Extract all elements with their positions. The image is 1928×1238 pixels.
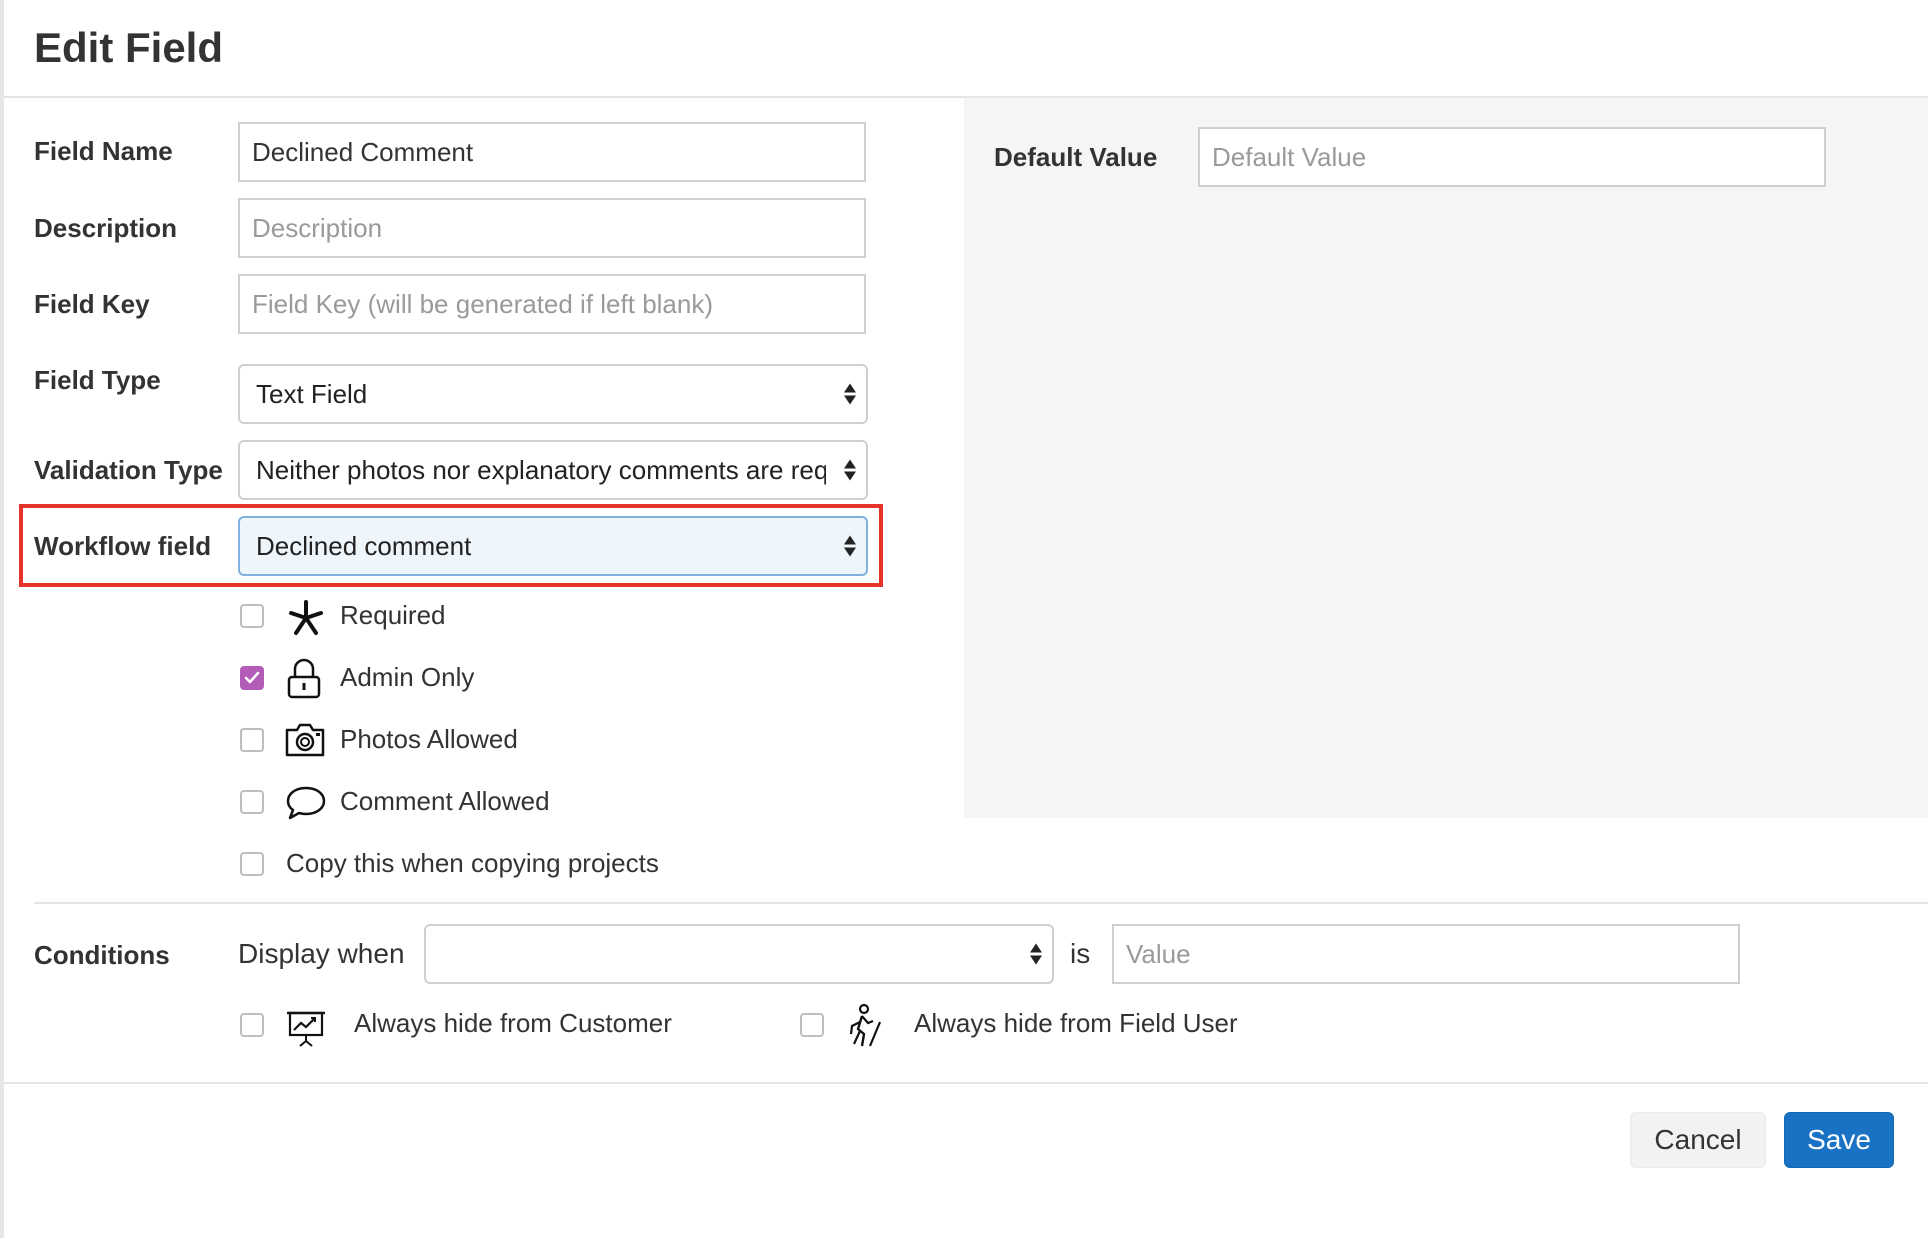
hide-customer-checkbox[interactable] [240, 1013, 264, 1037]
default-value-panel [964, 98, 1928, 818]
description-label: Description [34, 213, 178, 243]
workflow-field-label: Workflow field [34, 531, 212, 561]
photos-allowed-label: Photos Allowed [340, 724, 518, 754]
required-checkbox[interactable] [240, 604, 264, 628]
description-input[interactable] [238, 198, 866, 258]
select-arrows-icon [1030, 943, 1042, 965]
workflow-field-value: Declined comment [256, 530, 472, 561]
copy-when-copying-label: Copy this when copying projects [286, 848, 659, 878]
comment-allowed-checkbox[interactable] [240, 790, 264, 814]
is-label: is [1070, 938, 1091, 969]
field-name-input[interactable] [238, 122, 866, 182]
dialog-title: Edit Field [34, 24, 223, 71]
select-arrows-icon [844, 535, 856, 557]
condition-value-input[interactable] [1112, 924, 1740, 984]
select-arrows-icon [844, 459, 856, 481]
comment-allowed-label: Comment Allowed [340, 786, 550, 816]
field-name-label: Field Name [34, 136, 173, 166]
validation-type-select[interactable]: Neither photos nor explanatory comments … [238, 440, 868, 500]
display-when-select[interactable] [424, 924, 1054, 984]
hiker-icon [846, 1004, 886, 1048]
admin-only-label: Admin Only [340, 662, 475, 692]
display-when-label: Display when [238, 938, 405, 969]
conditions-label: Conditions [34, 940, 170, 970]
checkmark-icon [244, 671, 260, 684]
presentation-chart-icon [285, 1005, 327, 1047]
asterisk-icon [286, 598, 326, 638]
admin-only-checkbox[interactable] [240, 666, 264, 690]
validation-type-label: Validation Type [34, 455, 223, 485]
cancel-button[interactable]: Cancel [1630, 1112, 1766, 1168]
conditions-divider [34, 902, 1928, 904]
select-arrows-icon [844, 383, 856, 405]
validation-type-value: Neither photos nor explanatory comments … [256, 454, 826, 485]
field-key-input[interactable] [238, 274, 866, 334]
camera-icon [284, 720, 326, 758]
field-type-select[interactable]: Text Field [238, 364, 868, 424]
hide-field-user-label: Always hide from Field User [914, 1008, 1238, 1038]
lock-icon [286, 658, 322, 700]
workflow-field-select[interactable]: Declined comment [238, 516, 868, 576]
default-value-input[interactable] [1198, 127, 1826, 187]
hide-customer-label: Always hide from Customer [354, 1008, 672, 1038]
default-value-label: Default Value [994, 142, 1158, 172]
required-label: Required [340, 600, 446, 630]
footer-divider [4, 1082, 1928, 1084]
hide-field-user-checkbox[interactable] [800, 1013, 824, 1037]
field-type-value: Text Field [256, 378, 368, 409]
field-type-label: Field Type [34, 365, 161, 395]
save-button[interactable]: Save [1784, 1112, 1894, 1168]
copy-when-copying-checkbox[interactable] [240, 852, 264, 876]
field-key-label: Field Key [34, 289, 150, 319]
speech-bubble-icon [285, 784, 327, 822]
photos-allowed-checkbox[interactable] [240, 728, 264, 752]
page-left-edge [0, 0, 4, 1238]
